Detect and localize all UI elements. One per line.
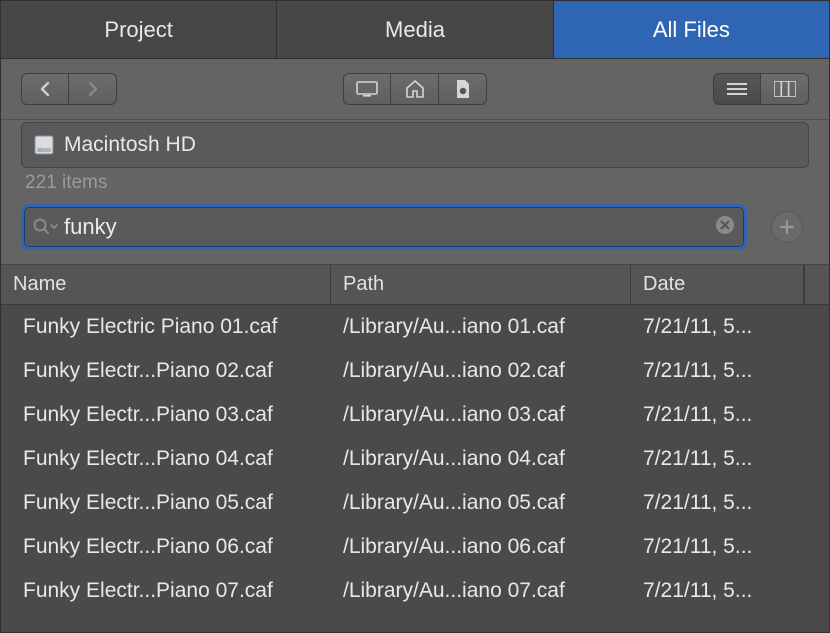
cell-name: Funky Electr...Piano 03.caf: [1, 403, 331, 427]
chevron-right-icon: [87, 81, 99, 97]
table-row[interactable]: Funky Electr...Piano 04.caf/Library/Au..…: [1, 437, 829, 481]
back-button[interactable]: [21, 73, 69, 105]
column-header-date[interactable]: Date: [631, 265, 804, 304]
cell-name: Funky Electr...Piano 05.caf: [1, 491, 331, 515]
cell-name: Funky Electr...Piano 06.caf: [1, 535, 331, 559]
document-icon: [455, 79, 471, 99]
home-button[interactable]: [391, 73, 439, 105]
cell-path: /Library/Au...iano 03.caf: [331, 403, 631, 427]
computer-icon: [356, 81, 378, 97]
table-row[interactable]: Funky Electr...Piano 05.caf/Library/Au..…: [1, 481, 829, 525]
cell-name: Funky Electric Piano 01.caf: [1, 315, 331, 339]
cell-path: /Library/Au...iano 06.caf: [331, 535, 631, 559]
file-browser: Project Media All Files: [0, 0, 830, 633]
table-body: Funky Electric Piano 01.caf/Library/Au..…: [1, 305, 829, 632]
view-mode-group: [713, 73, 809, 105]
cell-path: /Library/Au...iano 02.caf: [331, 359, 631, 383]
cell-path: /Library/Au...iano 04.caf: [331, 447, 631, 471]
browser-tabs: Project Media All Files: [1, 1, 829, 59]
tab-media[interactable]: Media: [277, 1, 553, 58]
cell-date: 7/21/11, 5...: [631, 403, 829, 427]
projects-button[interactable]: [439, 73, 487, 105]
table-row[interactable]: Funky Electr...Piano 07.caf/Library/Au..…: [1, 569, 829, 613]
nav-history-group: [21, 73, 117, 105]
cell-name: Funky Electr...Piano 02.caf: [1, 359, 331, 383]
list-view-button[interactable]: [713, 73, 761, 105]
forward-button[interactable]: [69, 73, 117, 105]
table-row[interactable]: Funky Electric Piano 01.caf/Library/Au..…: [1, 305, 829, 349]
chevron-left-icon: [39, 81, 51, 97]
home-icon: [405, 80, 425, 98]
location-section: Macintosh HD 221 items: [1, 120, 829, 204]
location-bar[interactable]: Macintosh HD: [21, 122, 809, 168]
cell-date: 7/21/11, 5...: [631, 491, 829, 515]
cell-path: /Library/Au...iano 07.caf: [331, 579, 631, 603]
column-header-path[interactable]: Path: [331, 265, 631, 304]
list-icon: [727, 82, 747, 96]
table-row[interactable]: Funky Electr...Piano 03.caf/Library/Au..…: [1, 393, 829, 437]
cell-date: 7/21/11, 5...: [631, 315, 829, 339]
search-input[interactable]: [64, 207, 714, 247]
cell-path: /Library/Au...iano 01.caf: [331, 315, 631, 339]
cell-path: /Library/Au...iano 05.caf: [331, 491, 631, 515]
plus-icon: [779, 219, 795, 235]
cell-date: 7/21/11, 5...: [631, 447, 829, 471]
x-circle-icon: [714, 214, 736, 236]
computer-button[interactable]: [343, 73, 391, 105]
search-box[interactable]: [21, 204, 747, 250]
cell-name: Funky Electr...Piano 07.caf: [1, 579, 331, 603]
add-filter-button[interactable]: [771, 211, 803, 243]
tab-all-files[interactable]: All Files: [554, 1, 829, 58]
cell-date: 7/21/11, 5...: [631, 359, 829, 383]
table-header: Name Path Date: [1, 265, 829, 305]
results-table: Name Path Date Funky Electric Piano 01.c…: [1, 265, 829, 632]
cell-name: Funky Electr...Piano 04.caf: [1, 447, 331, 471]
hard-drive-icon: [32, 133, 56, 157]
tab-project[interactable]: Project: [1, 1, 277, 58]
search-icon: [32, 217, 58, 237]
column-resize-gutter[interactable]: [804, 265, 829, 304]
clear-search-button[interactable]: [714, 214, 736, 241]
toolbar: [1, 59, 829, 120]
table-row[interactable]: Funky Electr...Piano 06.caf/Library/Au..…: [1, 525, 829, 569]
column-header-name[interactable]: Name: [1, 265, 331, 304]
location-shortcuts: [343, 73, 487, 105]
search-row: [1, 204, 829, 265]
table-row[interactable]: Funky Electr...Piano 02.caf/Library/Au..…: [1, 349, 829, 393]
item-count-label: 221 items: [21, 168, 809, 204]
location-label: Macintosh HD: [64, 133, 196, 157]
cell-date: 7/21/11, 5...: [631, 535, 829, 559]
column-view-button[interactable]: [761, 73, 809, 105]
columns-icon: [774, 81, 796, 97]
cell-date: 7/21/11, 5...: [631, 579, 829, 603]
